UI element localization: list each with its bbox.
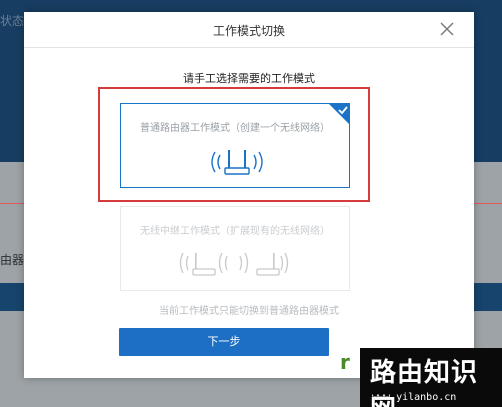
background-status-text: 状态 — [0, 14, 25, 28]
next-step-button[interactable]: 下一步 — [119, 328, 329, 356]
repeater-wifi-icon — [179, 252, 289, 276]
router-wifi-icon — [211, 150, 263, 175]
watermark-logo: r — [340, 350, 350, 374]
mode-option-router-label: 普通路由器工作模式（创建一个无线网络） — [140, 123, 330, 134]
background-router-text: 由器 — [0, 253, 25, 267]
work-mode-dialog: 工作模式切换 请手工选择需要的工作模式 普通路由器工作模式（创建一个无线网络） … — [24, 12, 474, 378]
mode-option-repeater-label: 无线中继工作模式（扩展现有的无线网络） — [140, 226, 330, 237]
mode-option-router[interactable]: 普通路由器工作模式（创建一个无线网络） — [120, 103, 350, 188]
selected-check-icon — [328, 103, 350, 125]
dialog-header: 工作模式切换 — [24, 12, 474, 48]
watermark-url: www.yilanbo.cn — [372, 392, 457, 403]
close-icon — [440, 22, 454, 36]
mode-note: 当前工作模式只能切换到普通路由器模式 — [159, 306, 339, 317]
close-button[interactable] — [438, 20, 456, 38]
instruction-text: 请手工选择需要的工作模式 — [183, 72, 315, 85]
dialog-title: 工作模式切换 — [212, 24, 285, 38]
mode-option-repeater: 无线中继工作模式（扩展现有的无线网络） — [120, 206, 350, 291]
